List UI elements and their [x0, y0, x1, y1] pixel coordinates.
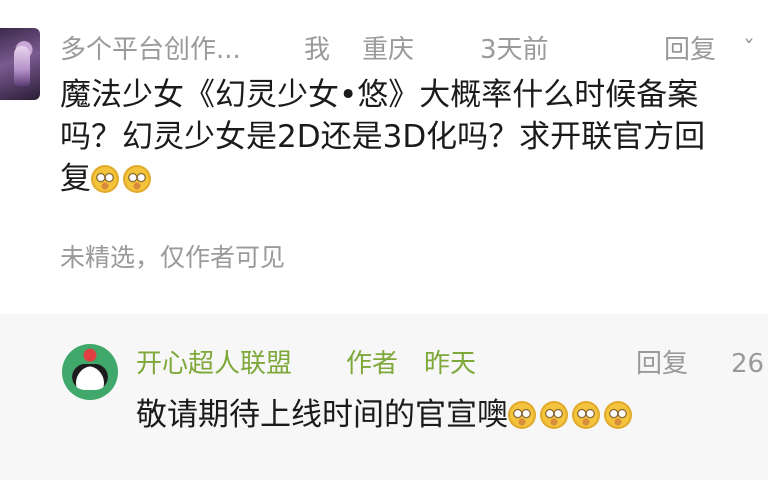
reply-meta-row: 开心超人联盟 作者 昨天 回复 26	[136, 344, 766, 384]
reply-content: 敬请期待上线时间的官宣噢	[136, 394, 766, 436]
author-badge: 作者	[346, 349, 399, 379]
avatar-face-graphic	[72, 364, 108, 390]
comment-time: 3天前	[480, 35, 549, 65]
smiling-face-with-tears-icon	[91, 165, 119, 193]
visibility-note: 未精选，仅作者可见	[60, 243, 286, 272]
comment-content: 魔法少女《幻灵少女•悠》大概率什么时候备案 吗？幻灵少女是2D还是3D化吗？求开…	[60, 74, 768, 200]
avatar-figure-graphic	[14, 46, 30, 86]
commenter-avatar[interactable]	[0, 28, 40, 100]
reply-reply-button[interactable]: 回复	[636, 344, 688, 384]
comment-card: 多个平台创作... 我 重庆 3天前 回复 ˇ 魔法少女《幻灵少女•悠》大概率什…	[0, 0, 768, 300]
like-count[interactable]: 26	[731, 344, 764, 384]
reply-author-name[interactable]: 开心超人联盟	[136, 344, 292, 384]
smiling-face-with-tears-icon	[123, 165, 151, 193]
comment-line-3: 复	[60, 158, 768, 200]
reply-button[interactable]: 回复	[664, 30, 716, 70]
author-avatar[interactable]	[62, 344, 118, 400]
comment-line-1: 魔法少女《幻灵少女•悠》大概率什么时候备案	[60, 77, 699, 113]
comment-line-3-text: 复	[60, 161, 91, 197]
reply-text: 敬请期待上线时间的官宣噢	[136, 397, 508, 433]
thinking-face-icon	[604, 401, 632, 429]
comment-line-2: 吗？幻灵少女是2D还是3D化吗？求开联官方回	[60, 119, 706, 155]
thinking-face-icon	[572, 401, 600, 429]
more-chevron-icon[interactable]: ˇ	[743, 30, 755, 70]
comment-location: 重庆	[362, 35, 415, 65]
me-label: 我	[304, 35, 331, 65]
reply-time: 昨天	[424, 349, 477, 379]
thinking-face-icon	[540, 401, 568, 429]
commenter-name[interactable]: 多个平台创作...	[60, 30, 241, 70]
thinking-face-icon	[508, 401, 536, 429]
comment-meta-row: 多个平台创作... 我 重庆 3天前 回复 ˇ	[60, 30, 760, 70]
